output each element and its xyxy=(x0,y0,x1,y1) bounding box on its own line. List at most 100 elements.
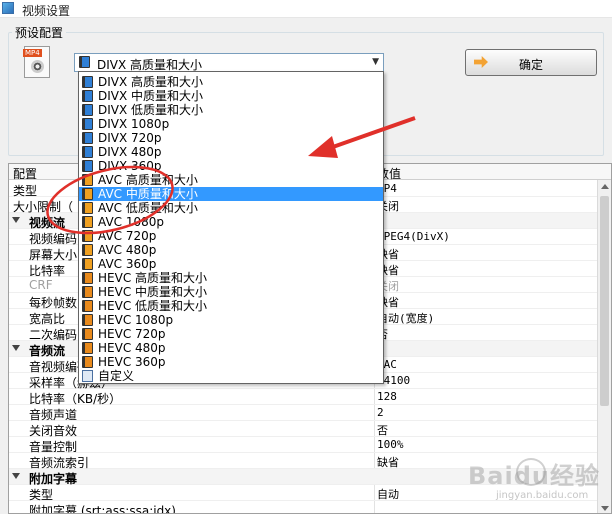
avc-film-icon xyxy=(82,230,93,242)
dropdown-option[interactable]: HEVC 480p xyxy=(79,341,383,355)
dropdown-option-label: AVC 低质量和大小 xyxy=(98,201,198,215)
collapse-triangle-icon[interactable] xyxy=(12,345,20,351)
dropdown-option[interactable]: HEVC 1080p xyxy=(79,313,383,327)
grid-row[interactable]: 音频声道 2 xyxy=(9,405,599,422)
hevc-film-icon xyxy=(82,342,93,354)
mp4-file-icon: MP4 xyxy=(23,46,50,78)
dropdown-option[interactable]: AVC 480p xyxy=(79,243,383,257)
dropdown-option[interactable]: DIVX 高质量和大小 xyxy=(79,75,383,89)
divx-film-icon xyxy=(82,160,93,172)
dropdown-option[interactable]: AVC 高质量和大小 xyxy=(79,173,383,187)
dropdown-option-label: DIVX 低质量和大小 xyxy=(98,103,204,117)
avc-film-icon xyxy=(82,244,93,256)
dropdown-option[interactable]: AVC 低质量和大小 xyxy=(79,201,383,215)
dropdown-option-label: HEVC 1080p xyxy=(98,313,174,327)
film-icon xyxy=(79,56,90,68)
grid-row-value[interactable]: 自动(宽度) xyxy=(377,310,434,326)
dropdown-option-label: HEVC 360p xyxy=(98,355,166,369)
dropdown-option[interactable]: HEVC 高质量和大小 xyxy=(79,271,383,285)
dropdown-option[interactable]: HEVC 720p xyxy=(79,327,383,341)
ok-button[interactable]: 确定 xyxy=(465,49,597,76)
dropdown-option[interactable]: HEVC 360p xyxy=(79,355,383,369)
dropdown-option[interactable]: 自定义 xyxy=(79,369,383,383)
watermark: Baidu经验 jingyan.baidu.com xyxy=(468,450,608,510)
dropdown-option-label: AVC 中质量和大小 xyxy=(98,187,198,201)
divx-film-icon xyxy=(82,146,93,158)
grid-row-key: 附加字幕 (srt;ass;ssa;idx) xyxy=(29,504,176,514)
scroll-thumb[interactable] xyxy=(600,196,609,406)
dropdown-option-label: AVC 480p xyxy=(98,243,157,257)
dropdown-option[interactable]: DIVX 中质量和大小 xyxy=(79,89,383,103)
dropdown-option[interactable]: AVC 360p xyxy=(79,257,383,271)
dropdown-option-label: AVC 1080p xyxy=(98,215,164,229)
dropdown-option-label: AVC 360p xyxy=(98,257,157,271)
preset-group-label: 预设配置 xyxy=(12,24,67,41)
grid-row-value[interactable]: 缺省 xyxy=(377,454,399,470)
avc-film-icon xyxy=(82,216,93,228)
hevc-film-icon xyxy=(82,286,93,298)
dropdown-option-label: DIVX 720p xyxy=(98,131,162,145)
app-icon xyxy=(2,2,14,14)
preset-dropdown[interactable]: DIVX 高质量和大小 ▼ xyxy=(74,53,384,72)
dropdown-option-label: DIVX 360p xyxy=(98,159,162,173)
dropdown-option-label: DIVX 480p xyxy=(98,145,162,159)
grid-row-key: CRF xyxy=(29,278,53,292)
dropdown-option-label: HEVC 中质量和大小 xyxy=(98,285,208,299)
chevron-down-icon[interactable]: ▼ xyxy=(372,57,379,67)
grid-row-value[interactable]: MPEG4(DivX) xyxy=(377,230,450,243)
dropdown-option-label: AVC 720p xyxy=(98,229,157,243)
dropdown-option[interactable]: DIVX 1080p xyxy=(79,117,383,131)
ok-button-label: 确定 xyxy=(518,58,543,72)
dropdown-option-label: HEVC 720p xyxy=(98,327,166,341)
grid-row-value[interactable]: 否 xyxy=(377,422,388,438)
grid-row-value[interactable]: 128 xyxy=(377,390,397,403)
dropdown-option[interactable]: AVC 1080p xyxy=(79,215,383,229)
grid-row[interactable]: 比特率（KB/秒） 128 xyxy=(9,389,599,406)
dropdown-option-label: AVC 高质量和大小 xyxy=(98,173,198,187)
collapse-triangle-icon[interactable] xyxy=(12,473,20,479)
dropdown-option-label: 自定义 xyxy=(98,369,135,383)
dropdown-option[interactable]: DIVX 480p xyxy=(79,145,383,159)
dropdown-option-label: DIVX 高质量和大小 xyxy=(98,75,204,89)
avc-film-icon xyxy=(82,202,93,214)
scroll-up-icon[interactable] xyxy=(601,184,609,189)
grid-row-value[interactable]: 100% xyxy=(377,438,404,451)
title-bar: 视频设置 xyxy=(0,0,612,18)
divx-film-icon xyxy=(82,76,93,88)
avc-film-icon xyxy=(82,258,93,270)
hevc-film-icon xyxy=(82,356,93,368)
hevc-film-icon xyxy=(82,328,93,340)
divx-film-icon xyxy=(82,118,93,130)
dropdown-option[interactable]: HEVC 低质量和大小 xyxy=(79,299,383,313)
avc-film-icon xyxy=(82,188,93,200)
divx-film-icon xyxy=(82,104,93,116)
hevc-film-icon xyxy=(82,272,93,284)
dropdown-option-label: DIVX 中质量和大小 xyxy=(98,89,204,103)
window-title: 视频设置 xyxy=(22,4,71,18)
grid-row[interactable]: 关闭音效否 xyxy=(9,421,599,438)
mp4-badge: MP4 xyxy=(23,49,42,57)
preset-dropdown-list: DIVX 高质量和大小 DIVX 中质量和大小 DIVX 低质量和大小 DIVX 10… xyxy=(78,71,384,384)
grid-row-value[interactable]: 自动 xyxy=(377,486,399,502)
watermark-url: jingyan.baidu.com xyxy=(496,490,589,501)
dropdown-option[interactable]: AVC 720p xyxy=(79,229,383,243)
avc-film-icon xyxy=(82,174,93,186)
dropdown-option-label: DIVX 1080p xyxy=(98,117,170,131)
dropdown-option[interactable]: DIVX 720p xyxy=(79,131,383,145)
film-reel-icon xyxy=(31,60,44,73)
dropdown-option-label: HEVC 高质量和大小 xyxy=(98,271,208,285)
custom-settings-icon xyxy=(82,370,93,382)
grid-row-value[interactable]: 2 xyxy=(377,406,384,419)
dropdown-option-label: HEVC 480p xyxy=(98,341,166,355)
dropdown-option[interactable]: AVC 中质量和大小 xyxy=(79,187,383,201)
hevc-film-icon xyxy=(82,314,93,326)
divx-film-icon xyxy=(82,90,93,102)
dropdown-option[interactable]: HEVC 中质量和大小 xyxy=(79,285,383,299)
dropdown-option[interactable]: DIVX 低质量和大小 xyxy=(79,103,383,117)
dropdown-option[interactable]: DIVX 360p xyxy=(79,159,383,173)
collapse-triangle-icon[interactable] xyxy=(12,217,20,223)
hevc-film-icon xyxy=(82,300,93,312)
divx-film-icon xyxy=(82,132,93,144)
column-header-config[interactable]: 配置 xyxy=(13,165,37,182)
dropdown-option-label: HEVC 低质量和大小 xyxy=(98,299,208,313)
